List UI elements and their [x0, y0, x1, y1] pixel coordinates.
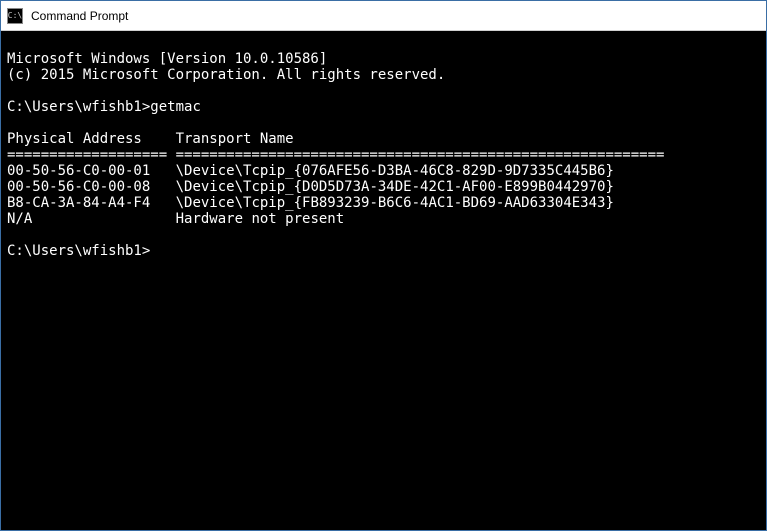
table-header: Physical Address Transport Name: [7, 131, 294, 147]
row-transport: \Device\Tcpip_{D0D5D73A-34DE-42C1-AF00-E…: [176, 179, 614, 195]
table-row: 00-50-56-C0-00-08 \Device\Tcpip_{D0D5D73…: [7, 179, 614, 195]
row-transport: Hardware not present: [176, 211, 345, 227]
version-line: Microsoft Windows [Version 10.0.10586]: [7, 51, 327, 67]
cmd-window: C:\ Command Prompt Microsoft Windows [Ve…: [0, 0, 767, 531]
blank-line: [7, 227, 15, 243]
table-row: B8-CA-3A-84-A4-F4 \Device\Tcpip_{FB89323…: [7, 195, 614, 211]
row-physical: 00-50-56-C0-00-01: [7, 163, 150, 179]
table-separator: =================== ====================…: [7, 147, 664, 163]
terminal-output[interactable]: Microsoft Windows [Version 10.0.10586] (…: [1, 31, 766, 263]
header-transport: Transport Name: [176, 131, 294, 147]
cmd-icon: C:\: [7, 8, 23, 24]
titlebar[interactable]: C:\ Command Prompt: [1, 1, 766, 31]
blank-line: [7, 83, 15, 99]
row-physical: N/A: [7, 211, 32, 227]
window-title: Command Prompt: [31, 9, 128, 23]
prompt-line-1: C:\Users\wfishb1>getmac: [7, 99, 201, 115]
copyright-line: (c) 2015 Microsoft Corporation. All righ…: [7, 67, 445, 83]
prompt-path: C:\Users\wfishb1>: [7, 243, 150, 259]
prompt-line-2: C:\Users\wfishb1>: [7, 243, 150, 259]
command-entered: getmac: [150, 99, 201, 115]
row-physical: B8-CA-3A-84-A4-F4: [7, 195, 150, 211]
table-row: N/A Hardware not present: [7, 211, 344, 227]
row-transport: \Device\Tcpip_{076AFE56-D3BA-46C8-829D-9…: [176, 163, 614, 179]
row-physical: 00-50-56-C0-00-08: [7, 179, 150, 195]
blank-line: [7, 115, 15, 131]
header-physical: Physical Address: [7, 131, 142, 147]
prompt-path: C:\Users\wfishb1>: [7, 99, 150, 115]
row-transport: \Device\Tcpip_{FB893239-B6C6-4AC1-BD69-A…: [176, 195, 614, 211]
table-row: 00-50-56-C0-00-01 \Device\Tcpip_{076AFE5…: [7, 163, 614, 179]
